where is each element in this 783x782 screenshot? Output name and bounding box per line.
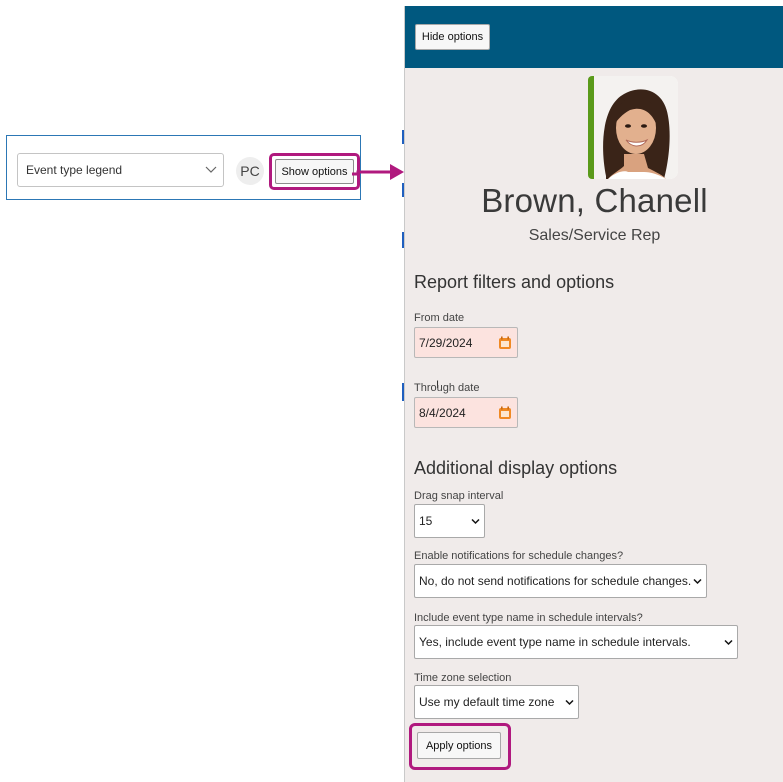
from-date-value: 7/29/2024 xyxy=(419,335,473,350)
time-zone-value: Use my default time zone xyxy=(419,695,555,709)
chevron-down-icon xyxy=(693,578,702,585)
panel-header: Hide options xyxy=(405,6,783,68)
apply-options-button[interactable]: Apply options xyxy=(417,732,501,759)
employee-role: Sales/Service Rep xyxy=(528,227,661,244)
apply-options-highlight: Apply options xyxy=(409,723,511,770)
event-type-legend-select[interactable]: Event type legend xyxy=(17,153,224,187)
callout-arrow-icon xyxy=(352,164,404,180)
calendar-icon[interactable] xyxy=(498,336,512,350)
toolbar-callout: Event type legend PC Show options xyxy=(6,135,361,200)
event-type-name-value: Yes, include event type name in schedule… xyxy=(419,635,691,649)
drag-snap-select[interactable]: 15 xyxy=(414,504,485,538)
from-date-label: From date xyxy=(414,312,465,324)
chevron-down-icon xyxy=(724,639,733,646)
report-filters-title: Report filters and options xyxy=(414,272,615,292)
drag-snap-value: 15 xyxy=(419,514,433,528)
show-options-highlight: Show options xyxy=(269,153,360,190)
display-options-title: Additional display options xyxy=(414,458,618,478)
notifications-label: Enable notifications for schedule change… xyxy=(414,550,624,562)
through-date-field[interactable]: 8/4/2024 xyxy=(414,397,518,428)
time-zone-select[interactable]: Use my default time zone xyxy=(414,685,579,719)
employee-name: Brown, Chanell xyxy=(481,182,708,219)
chevron-down-icon xyxy=(205,166,217,173)
chevron-down-icon xyxy=(471,518,480,525)
through-date-label: Through date xyxy=(414,382,480,394)
notifications-value: No, do not send notifications for schedu… xyxy=(419,574,692,588)
show-options-button[interactable]: Show options xyxy=(275,159,354,184)
chevron-down-icon xyxy=(565,699,574,706)
notifications-select[interactable]: No, do not send notifications for schedu… xyxy=(414,564,707,598)
event-type-legend-value: Event type legend xyxy=(26,163,123,177)
calendar-icon[interactable] xyxy=(498,406,512,420)
time-zone-label: Time zone selection xyxy=(414,672,512,684)
drag-snap-label: Drag snap interval xyxy=(414,490,504,502)
through-date-value: 8/4/2024 xyxy=(419,405,466,420)
event-type-name-select[interactable]: Yes, include event type name in schedule… xyxy=(414,625,738,659)
event-type-name-label: Include event type name in schedule inte… xyxy=(414,612,643,624)
employee-photo xyxy=(594,76,678,179)
hide-options-button[interactable]: Hide options xyxy=(415,24,490,50)
avatar[interactable]: PC xyxy=(236,157,264,185)
options-panel: Hide options Brown, Chanell Sales/Servic… xyxy=(404,6,783,782)
avatar-initials: PC xyxy=(240,163,260,179)
from-date-field[interactable]: 7/29/2024 xyxy=(414,327,518,358)
